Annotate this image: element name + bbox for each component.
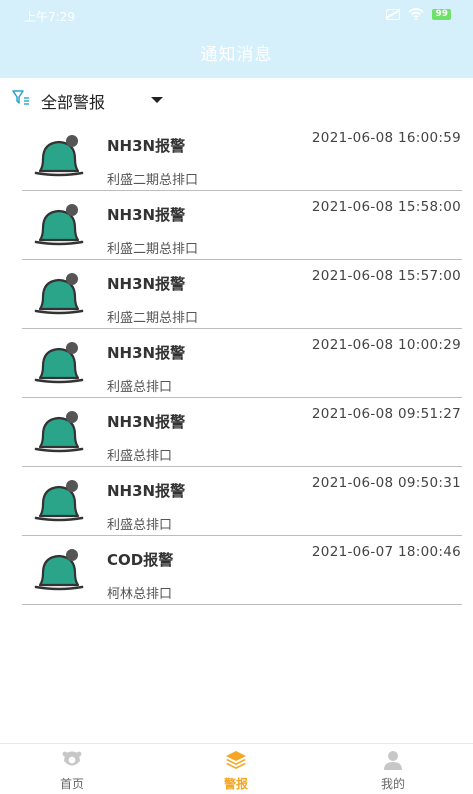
alert-time: 2021-06-08 09:50:31 [311, 475, 461, 491]
status-bar: 上午7:29 99 [0, 0, 473, 32]
tab-label: 首页 [59, 777, 84, 791]
bell-icon [34, 480, 84, 522]
alert-title: NH3N报警 [107, 413, 186, 431]
mute-icon [386, 8, 401, 20]
alert-title: NH3N报警 [107, 275, 186, 293]
alert-source: 利盛二期总排口 [107, 311, 199, 326]
alert-time: 2021-06-08 15:58:00 [311, 199, 461, 215]
alert-time: 2021-06-08 09:51:27 [311, 406, 461, 422]
status-time: 上午7:29 [24, 10, 75, 24]
tab-label: 我的 [380, 777, 405, 791]
alert-time: 2021-06-08 16:00:59 [311, 130, 461, 146]
bell-icon [34, 135, 84, 177]
alert-time: 2021-06-07 18:00:46 [311, 544, 461, 560]
alert-source: 柯林总排口 [107, 587, 173, 602]
tab-alerts[interactable]: 警报 [186, 744, 286, 794]
alert-title: NH3N报警 [107, 482, 186, 500]
alert-title: COD报警 [107, 551, 174, 569]
header: 上午7:29 99 通知消息 [0, 0, 473, 78]
bell-icon [34, 411, 84, 453]
bell-icon [34, 342, 84, 384]
filter-label: 全部警报 [41, 93, 106, 112]
alert-title: NH3N报警 [107, 137, 186, 155]
bell-icon [34, 204, 84, 246]
alert-row[interactable]: NH3N报警 2021-06-08 15:58:00 利盛二期总排口 [22, 191, 462, 260]
alert-row[interactable]: NH3N报警 2021-06-08 10:00:29 利盛总排口 [22, 329, 462, 398]
alert-list: NH3N报警 2021-06-08 16:00:59 利盛二期总排口 NH3N报… [22, 122, 462, 605]
alert-row[interactable]: NH3N报警 2021-06-08 09:50:31 利盛总排口 [22, 467, 462, 536]
filter-icon [12, 90, 29, 105]
wifi-icon [408, 8, 424, 20]
tab-profile[interactable]: 我的 [343, 744, 443, 794]
chevron-down-icon [151, 97, 163, 103]
alert-source: 利盛二期总排口 [107, 173, 199, 188]
alert-row[interactable]: COD报警 2021-06-07 18:00:46 柯林总排口 [22, 536, 462, 605]
alert-source: 利盛总排口 [107, 380, 173, 395]
alert-time: 2021-06-08 15:57:00 [311, 268, 461, 284]
battery-indicator: 99 [432, 8, 451, 20]
alert-source: 利盛二期总排口 [107, 242, 199, 257]
tab-home[interactable]: 首页 [22, 744, 122, 794]
page-title: 通知消息 [200, 45, 273, 65]
bell-icon [34, 549, 84, 591]
alert-filter-dropdown[interactable]: 全部警报 [0, 78, 473, 120]
bell-icon [34, 273, 84, 315]
bottom-tab-bar: 首页 警报 我的 [0, 743, 473, 794]
tab-label: 警报 [223, 777, 248, 791]
alert-row[interactable]: NH3N报警 2021-06-08 16:00:59 利盛二期总排口 [22, 122, 462, 191]
alert-title: NH3N报警 [107, 206, 186, 224]
layers-icon [226, 751, 246, 769]
alert-title: NH3N报警 [107, 344, 186, 362]
alert-row[interactable]: NH3N报警 2021-06-08 09:51:27 利盛总排口 [22, 398, 462, 467]
alert-source: 利盛总排口 [107, 518, 173, 533]
alert-time: 2021-06-08 10:00:29 [311, 337, 461, 353]
alert-row[interactable]: NH3N报警 2021-06-08 15:57:00 利盛二期总排口 [22, 260, 462, 329]
user-icon [384, 751, 402, 770]
status-icons: 99 [386, 8, 451, 20]
home-icon [62, 751, 82, 766]
alert-source: 利盛总排口 [107, 449, 173, 464]
